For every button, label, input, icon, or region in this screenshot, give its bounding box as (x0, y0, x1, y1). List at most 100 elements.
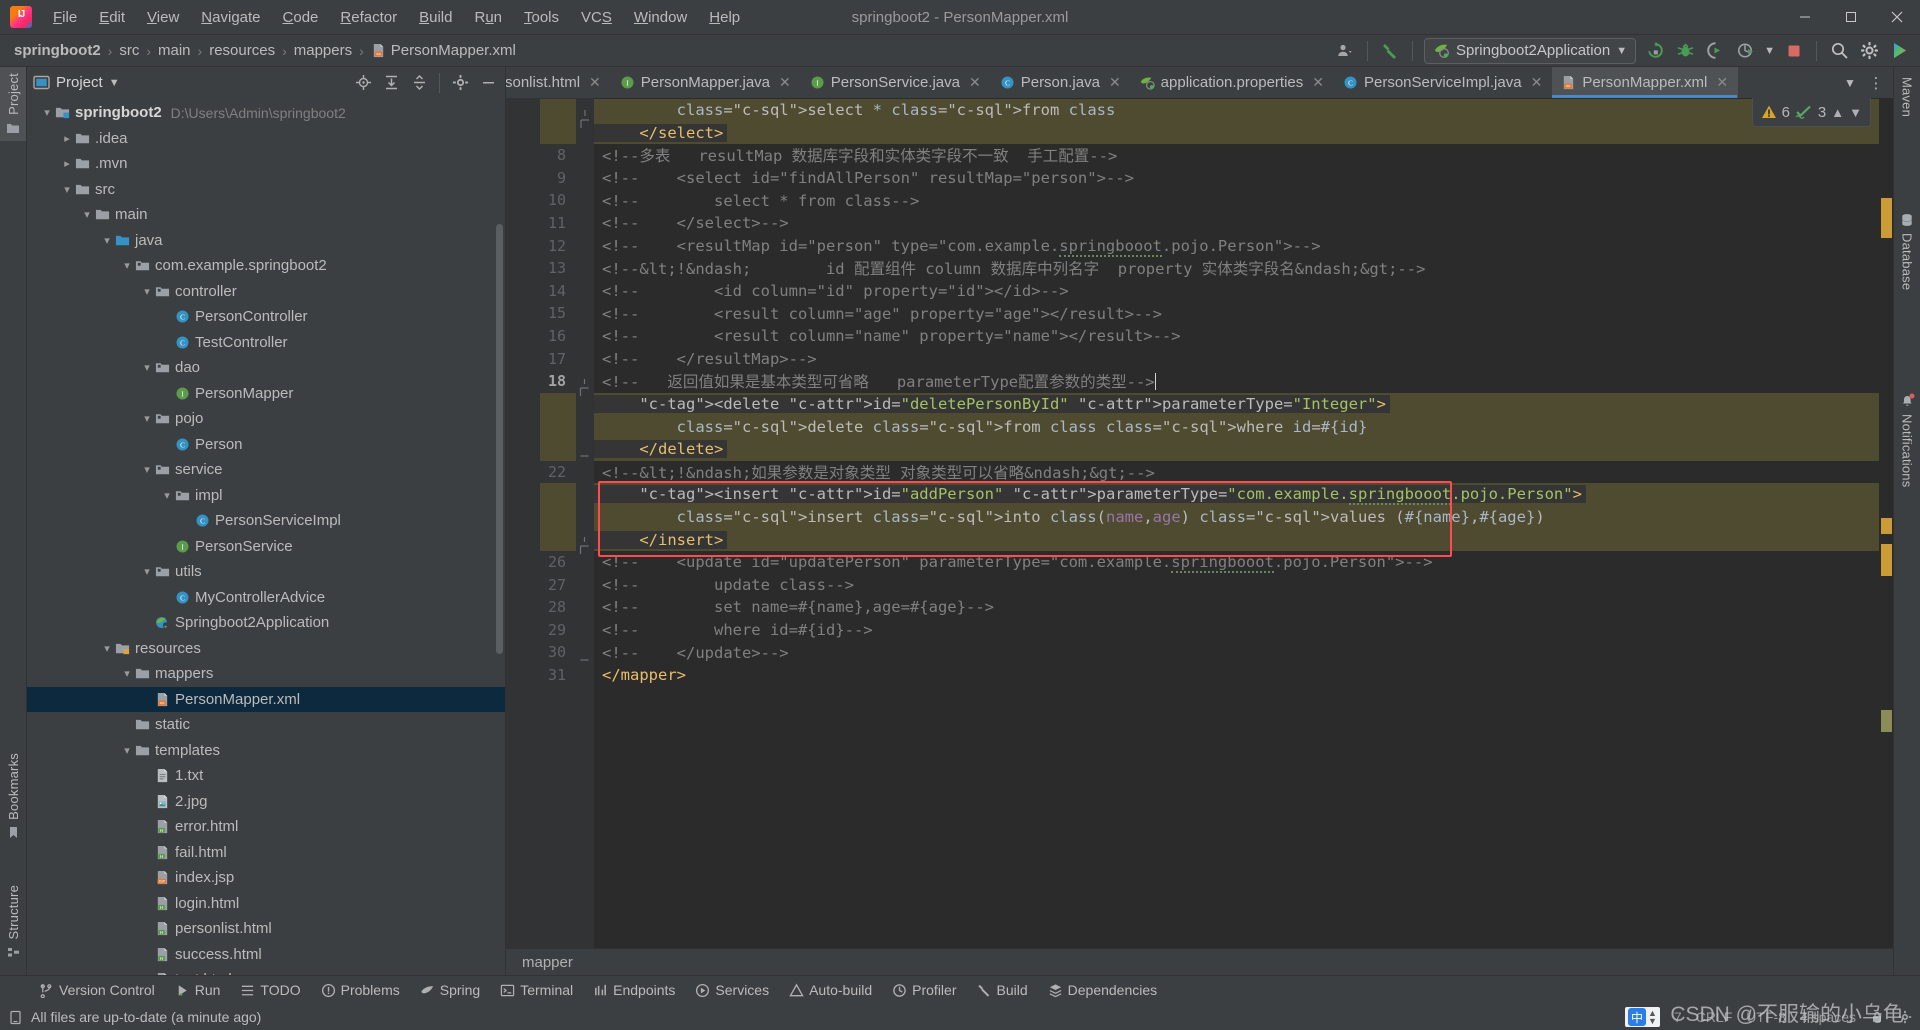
editor-tab[interactable]: <> PersonMapper.xml ✕ (1552, 67, 1739, 98)
editor-breadcrumb-bottom[interactable]: mapper (506, 948, 1893, 975)
code-lines[interactable]: class="c-sql">select * class="c-sql">fro… (594, 98, 1879, 948)
chevron-down-icon[interactable]: ▾ (159, 489, 175, 502)
hide-icon[interactable] (477, 72, 499, 94)
close-icon[interactable]: ✕ (1531, 74, 1543, 91)
tree-node[interactable]: 1.txt (27, 763, 505, 789)
editor-tab[interactable]: C PersonServiceImpl.java ✕ (1334, 67, 1552, 98)
tree-node[interactable]: ▾ resources (27, 636, 505, 662)
close-icon[interactable]: ✕ (1716, 74, 1728, 91)
close-icon[interactable]: ✕ (589, 74, 601, 91)
tree-node[interactable]: ▾ pojo (27, 406, 505, 432)
tree-node[interactable]: C MyControllerAdvice (27, 585, 505, 611)
code-line[interactable]: <!--&lt;!&ndash;如果参数是对象类型 对象类型可以省略&ndash… (594, 461, 1879, 484)
debug-icon[interactable] (1674, 40, 1696, 62)
minimize-button[interactable] (1782, 0, 1828, 34)
bottom-tool-dependencies[interactable]: Dependencies (1039, 979, 1167, 1001)
code-line[interactable]: <!-- <id column="id" property="id"></id>… (594, 280, 1879, 303)
menu-item-code[interactable]: Code (272, 5, 330, 30)
chevron-right-icon[interactable]: ▸ (59, 132, 75, 145)
breadcrumb-item-main[interactable]: main (154, 40, 195, 61)
code-line[interactable]: "c-tag"><insert "c-attr">id="addPerson" … (594, 483, 1879, 506)
code-line[interactable]: <!-- <select id="findAllPerson" resultMa… (594, 167, 1879, 190)
chevron-down-icon[interactable]: ▼ (1849, 105, 1862, 120)
menu-item-navigate[interactable]: Navigate (190, 5, 271, 30)
code-line[interactable]: <!-- where id=#{id}--> (594, 619, 1879, 642)
tree-node[interactable]: Hsuccess.html (27, 942, 505, 968)
tree-node[interactable]: I PersonMapper (27, 381, 505, 407)
close-icon[interactable]: ✕ (969, 74, 981, 91)
sidebar-item-maven[interactable]: Maven (1894, 71, 1920, 123)
status-encoding[interactable]: UTF-8 (1746, 1009, 1786, 1025)
menu-item-window[interactable]: Window (623, 5, 698, 30)
tree-node[interactable]: ▾ templates (27, 738, 505, 764)
tree-node[interactable]: C Person (27, 432, 505, 458)
chevron-down-icon[interactable]: ▾ (139, 285, 155, 298)
tree-node[interactable]: ▸ .mvn (27, 151, 505, 177)
code-line[interactable]: <!-- <result column="name" property="nam… (594, 325, 1879, 348)
chevron-down-icon[interactable]: ▼ (1764, 45, 1775, 57)
bottom-tool-todo[interactable]: TODO (231, 979, 309, 1001)
code-line[interactable]: <!-- set name=#{name},age=#{age}--> (594, 596, 1879, 619)
more-vertical-icon[interactable]: ⋮ (1865, 72, 1887, 94)
tree-node[interactable]: static (27, 712, 505, 738)
editor-tab[interactable]: I PersonService.java ✕ (801, 67, 991, 98)
menu-item-run[interactable]: Run (463, 5, 513, 30)
menu-item-build[interactable]: Build (408, 5, 463, 30)
settings-gear-icon[interactable] (1898, 1010, 1912, 1024)
tree-node[interactable]: ▾ utils (27, 559, 505, 585)
code-line[interactable]: <!-- select * from class--> (594, 189, 1879, 212)
stripe-marker-info[interactable] (1881, 710, 1892, 732)
tree-node[interactable]: ▾ com.example.springboot2 (27, 253, 505, 279)
code-folding-gutter[interactable] (576, 98, 594, 948)
breadcrumb-item-resources[interactable]: resources (205, 40, 279, 61)
menu-item-refactor[interactable]: Refactor (329, 5, 408, 30)
chevron-up-icon[interactable]: ▲ (1831, 105, 1844, 120)
tree-node[interactable]: C PersonController (27, 304, 505, 330)
menu-item-view[interactable]: View (136, 5, 190, 30)
run-with-coverage-icon[interactable] (1704, 40, 1726, 62)
tree-node[interactable]: ▾ impl (27, 483, 505, 509)
menu-item-help[interactable]: Help (698, 5, 751, 30)
breadcrumb-item-project[interactable]: springboot2 (10, 40, 105, 61)
tree-node[interactable]: 2.jpg (27, 789, 505, 815)
code-line[interactable]: <!-- <resultMap id="person" type="com.ex… (594, 235, 1879, 258)
bottom-tool-auto-build[interactable]: Auto-build (780, 979, 881, 1001)
breadcrumb-item-file[interactable]: <> PersonMapper.xml (367, 40, 520, 61)
code-line[interactable]: class="c-sql">delete class="c-sql">from … (594, 415, 1879, 438)
menu-item-file[interactable]: File (42, 5, 88, 30)
run-configuration-selector[interactable]: Springboot2Application ▼ (1423, 37, 1637, 64)
tree-node[interactable]: Hlogin.html (27, 891, 505, 917)
sidebar-item-database[interactable]: Database (1894, 207, 1920, 296)
editor-tab[interactable]: application.properties ✕ (1131, 67, 1334, 98)
stop-icon[interactable] (1783, 40, 1805, 62)
chevron-down-icon[interactable]: ▾ (119, 667, 135, 680)
code-line[interactable]: <!-- 返回值如果是基本类型可省略 parameterType配置参数的类型-… (594, 370, 1879, 393)
stripe-marker-warning[interactable] (1881, 198, 1892, 238)
chevron-down-icon[interactable]: ▾ (119, 259, 135, 272)
ime-spinner-icon[interactable]: ▲ ▼ (1648, 1009, 1657, 1026)
chevron-down-icon[interactable]: ▼ (1839, 72, 1861, 94)
bottom-tool-version-control[interactable]: Version Control (30, 979, 164, 1001)
code-line[interactable]: "c-tag"><delete "c-attr">id="deletePerso… (594, 392, 1879, 416)
chevron-right-icon[interactable]: ▸ (59, 157, 75, 170)
settings-gear-icon[interactable] (1858, 40, 1880, 62)
chevron-down-icon[interactable]: ▾ (39, 106, 55, 119)
project-tree-scrollbar[interactable] (496, 224, 503, 654)
project-tree[interactable]: ▾ springboot2 D:\Users\Admin\springboot2 ▸.… (27, 98, 505, 975)
ime-indicator[interactable]: 中 ▲ ▼ (1625, 1007, 1660, 1027)
status-line-col[interactable]: 7 (1674, 1009, 1682, 1025)
tree-node[interactable]: ▾ springboot2 D:\Users\Admin\springboot2 (27, 100, 505, 126)
tree-node[interactable]: ▾ mappers (27, 661, 505, 687)
chevron-down-icon[interactable]: ▾ (99, 642, 115, 655)
tree-node[interactable]: C TestController (27, 330, 505, 356)
breadcrumb-item-mappers[interactable]: mappers (290, 40, 356, 61)
code-line[interactable]: <!--&lt;!&ndash; id 配置组件 column 数据库中列名字 … (594, 257, 1879, 280)
editor-tab[interactable]: sonlist.html ✕ (506, 67, 611, 98)
bottom-tool-spring[interactable]: Spring (411, 979, 489, 1001)
chevron-down-icon[interactable]: ▾ (59, 183, 75, 196)
sidebar-item-bookmarks[interactable]: Bookmarks (0, 747, 26, 845)
bottom-tool-problems[interactable]: Problems (312, 979, 409, 1001)
chevron-down-icon[interactable]: ▾ (139, 361, 155, 374)
sidebar-item-notifications[interactable]: Notifications (1894, 387, 1920, 493)
editor-tab[interactable]: I PersonMapper.java ✕ (611, 67, 801, 98)
